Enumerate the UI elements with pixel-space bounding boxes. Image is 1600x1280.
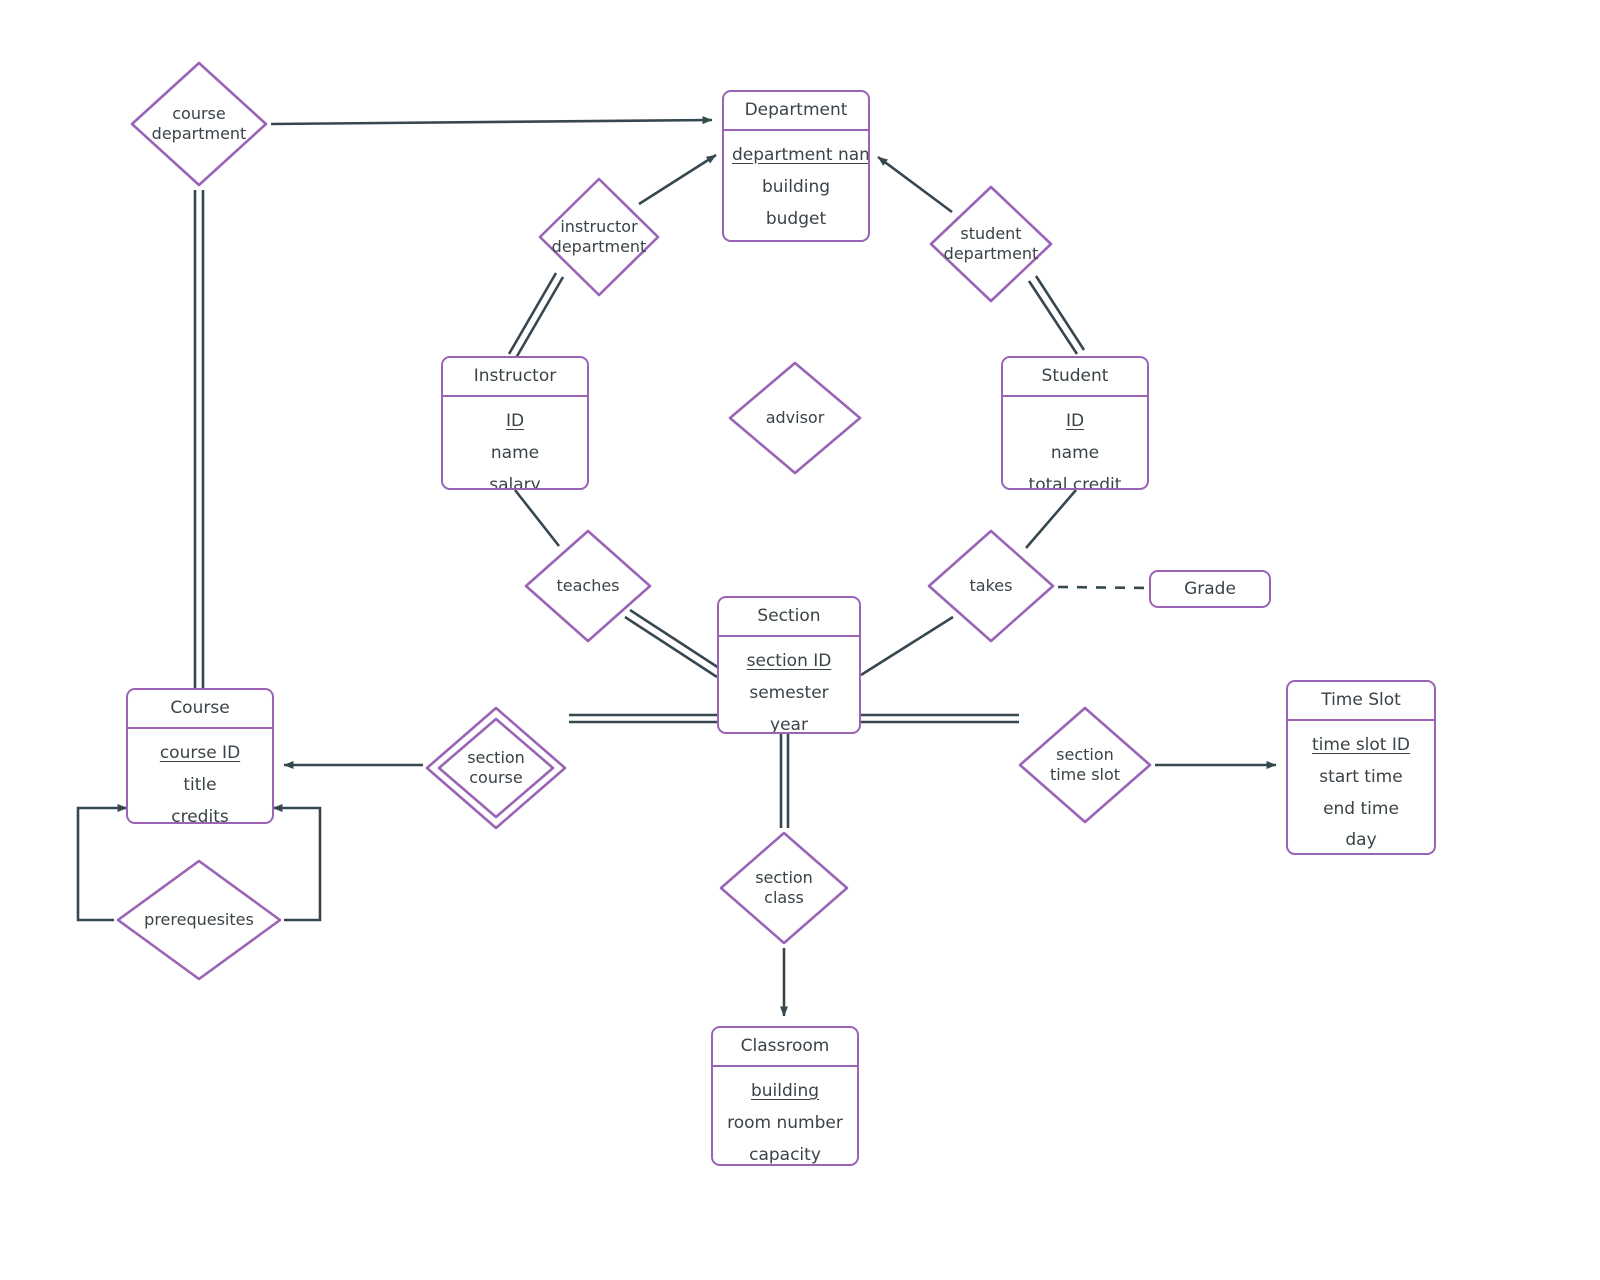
diamond-shape [927, 529, 1055, 643]
attribute: capacity [749, 1144, 821, 1165]
entity-attributes: time slot ID start time end time day [1288, 721, 1434, 853]
entity-title: Classroom [713, 1028, 857, 1067]
attribute: name [1050, 442, 1100, 463]
attribute: total credit [1028, 474, 1122, 490]
diamond-shape [524, 529, 652, 643]
entity-title: Time Slot [1288, 682, 1434, 721]
attribute-key: section ID [746, 651, 832, 671]
entity-instructor[interactable]: Instructor ID name salary [441, 356, 589, 490]
diamond-shape [929, 185, 1053, 303]
relationship-advisor[interactable]: advisor [725, 358, 865, 478]
entity-classroom[interactable]: Classroom building room number capacity [711, 1026, 859, 1166]
diamond-shape [728, 361, 862, 475]
relationship-section-course[interactable]: section course [423, 704, 569, 832]
attribute: building [761, 176, 831, 197]
entity-attributes: ID name total credit [1003, 397, 1147, 490]
attribute-key: building [750, 1081, 820, 1101]
attribute: name [490, 442, 540, 463]
attribute-key: ID [1065, 411, 1085, 431]
attribute: day [1345, 830, 1377, 851]
attribute: start time [1319, 766, 1403, 787]
attribute: room number [727, 1112, 843, 1133]
entity-title: Instructor [443, 358, 587, 397]
entity-course[interactable]: Course course ID title credits [126, 688, 274, 824]
attribute: salary [489, 474, 541, 490]
relationship-section-class[interactable]: section class [716, 828, 852, 948]
relationship-teaches[interactable]: teaches [521, 526, 655, 646]
attribute-key: department name [732, 145, 868, 165]
entity-title: Department [724, 92, 868, 131]
relationship-takes[interactable]: takes [924, 526, 1058, 646]
attribute-key: time slot ID [1312, 735, 1410, 755]
diamond-shape-double [425, 706, 567, 830]
attribute: semester [749, 682, 829, 703]
diamond-shape [116, 859, 282, 981]
attribute: end time [1323, 798, 1399, 819]
edge-takes-grade [1057, 585, 1150, 590]
relationship-course-department[interactable]: course department [127, 58, 271, 190]
entity-attributes: building room number capacity [713, 1067, 857, 1165]
attribute-key: course ID [159, 743, 241, 763]
attribute: credits [171, 806, 229, 824]
diamond-shape [1018, 706, 1152, 824]
diamond-shape [538, 177, 660, 297]
er-diagram-canvas: Department department name building budg… [0, 0, 1600, 1280]
entity-title: Student [1003, 358, 1147, 397]
relationship-section-time-slot[interactable]: section time slot [1015, 703, 1155, 827]
relationship-student-department[interactable]: student department [926, 182, 1056, 306]
diamond-shape [719, 831, 849, 945]
attribute: title [183, 774, 217, 795]
entity-student[interactable]: Student ID name total credit [1001, 356, 1149, 490]
entity-title: Course [128, 690, 272, 729]
diamond-shape [130, 61, 268, 187]
relationship-prerequesites[interactable]: prerequesites [114, 857, 284, 983]
attribute: budget [765, 208, 827, 229]
entity-title: Grade [1184, 579, 1236, 599]
entity-grade[interactable]: Grade [1149, 570, 1271, 608]
entity-section[interactable]: Section section ID semester year [717, 596, 861, 734]
entity-attributes: ID name salary [443, 397, 587, 490]
entity-attributes: department name building budget [724, 131, 868, 240]
entity-department[interactable]: Department department name building budg… [722, 90, 870, 242]
edge-course-department-department [270, 116, 713, 126]
entity-time-slot[interactable]: Time Slot time slot ID start time end ti… [1286, 680, 1436, 855]
entity-attributes: course ID title credits [128, 729, 272, 824]
attribute-key: ID [505, 411, 525, 431]
attribute: year [770, 714, 808, 734]
relationship-instructor-department[interactable]: instructor department [535, 174, 663, 300]
entity-attributes: section ID semester year [719, 637, 859, 734]
entity-title: Section [719, 598, 859, 637]
